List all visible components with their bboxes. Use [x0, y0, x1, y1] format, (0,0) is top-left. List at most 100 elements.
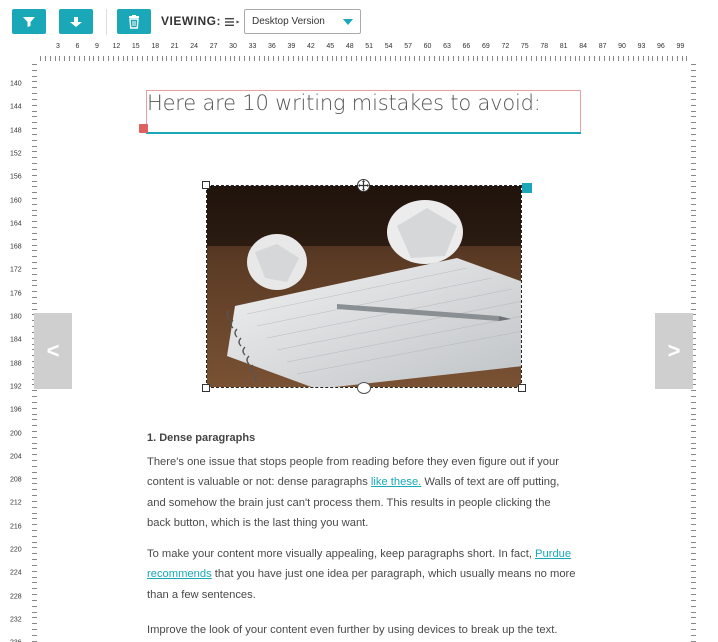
ruler-tick — [691, 203, 696, 205]
ruler-tick — [691, 238, 696, 240]
filter-button[interactable] — [12, 9, 46, 34]
ruler-tick — [457, 56, 459, 61]
ruler-tick — [691, 232, 696, 234]
ruler-tick — [691, 401, 696, 403]
ruler-tick — [32, 634, 37, 636]
ruler-tick — [691, 518, 696, 520]
toolbar: VIEWING: Desktop Version — [0, 0, 718, 42]
ruler-tick — [273, 56, 275, 61]
ruler-tick — [32, 564, 37, 566]
heading-edit-handle[interactable] — [139, 124, 148, 133]
ruler-label: 78 — [540, 43, 549, 50]
ruler-tick — [686, 56, 688, 61]
ruler-label: 6 — [75, 43, 80, 50]
ruler-tick — [195, 56, 197, 61]
ruler-label: 220 — [10, 546, 22, 554]
ruler-tick — [691, 104, 696, 106]
ruler-tick — [691, 163, 696, 165]
ruler-tick — [516, 56, 518, 61]
ruler-tick — [560, 56, 562, 61]
ruler-tick — [278, 56, 280, 61]
ruler-tick — [691, 483, 696, 485]
ruler-tick — [423, 56, 425, 61]
like-these-link[interactable]: like these. — [371, 476, 421, 488]
ruler-label: 54 — [384, 43, 393, 50]
ruler-tick — [691, 629, 696, 631]
ruler-tick — [32, 419, 37, 421]
ruler-tick — [691, 634, 696, 636]
prev-arrow-button[interactable]: < — [34, 313, 72, 389]
ruler-tick — [652, 56, 654, 61]
ruler-tick — [691, 570, 696, 572]
resize-handle-top-left[interactable] — [202, 181, 210, 189]
ruler-tick — [691, 448, 696, 450]
ruler-tick — [511, 56, 513, 61]
ruler-tick — [32, 291, 37, 293]
resize-handle-bottom-right[interactable] — [518, 384, 526, 392]
ruler-tick — [224, 56, 226, 61]
ruler-tick — [598, 56, 600, 61]
ruler-tick — [691, 465, 696, 467]
ruler-tick — [32, 401, 37, 403]
ruler-tick — [40, 56, 41, 61]
ruler-tick — [691, 524, 696, 526]
ruler-label: 188 — [10, 360, 22, 368]
ruler-tick — [691, 559, 696, 561]
next-arrow-button[interactable]: > — [655, 313, 693, 389]
ruler-tick — [32, 116, 37, 118]
ruler-label: 72 — [501, 43, 510, 50]
delete-button[interactable] — [117, 9, 151, 34]
ruler-tick — [331, 56, 333, 61]
ruler-tick — [283, 56, 284, 61]
ruler-tick — [657, 56, 659, 61]
ruler-tick — [229, 56, 231, 61]
ruler-tick — [32, 535, 37, 537]
ruler-tick — [32, 594, 37, 596]
ruler-tick — [691, 541, 696, 543]
list-view-icon[interactable] — [222, 10, 244, 34]
ruler-tick — [161, 56, 163, 61]
ruler-label: 84 — [579, 43, 588, 50]
ruler-tick — [691, 227, 696, 229]
ruler-tick — [32, 128, 37, 130]
ruler-tick — [98, 56, 100, 61]
ruler-tick — [691, 436, 696, 438]
ruler-tick — [32, 396, 37, 398]
ruler-tick — [360, 56, 362, 61]
article-image[interactable] — [206, 185, 522, 388]
ruler-tick — [287, 56, 289, 61]
ruler-tick — [297, 56, 299, 61]
ruler-tick — [32, 93, 37, 95]
ruler-tick — [691, 116, 696, 118]
ruler-tick — [32, 69, 37, 71]
heading-block[interactable]: Here are 10 writing mistakes to avoid: — [146, 90, 581, 134]
ruler-tick — [205, 56, 207, 61]
ruler-tick — [691, 81, 696, 83]
resize-handle-top-right[interactable] — [522, 183, 532, 193]
ruler-tick — [32, 163, 37, 165]
ruler-tick — [69, 56, 71, 61]
move-icon[interactable] — [357, 179, 370, 192]
ruler-tick — [618, 56, 620, 61]
ruler-tick — [117, 56, 119, 61]
ruler-tick — [691, 599, 696, 601]
ruler-tick — [691, 122, 696, 124]
ruler-label: 90 — [618, 43, 626, 50]
ruler-tick — [108, 56, 110, 61]
ruler-tick — [691, 594, 696, 596]
ruler-label: 148 — [10, 127, 22, 135]
ruler-tick — [32, 390, 37, 392]
ruler-tick — [166, 56, 168, 61]
ruler-tick — [32, 174, 37, 176]
ruler-tick — [691, 302, 696, 304]
ruler-tick — [132, 56, 134, 61]
ruler-tick — [32, 232, 37, 234]
view-version-select[interactable]: Desktop Version — [244, 9, 361, 34]
resize-handle-bottom[interactable] — [357, 382, 371, 394]
sort-down-button[interactable] — [59, 9, 93, 34]
ruler-label: 96 — [657, 43, 665, 50]
ruler-tick — [496, 56, 498, 61]
ruler-tick — [32, 547, 37, 549]
ruler-tick — [32, 203, 37, 205]
resize-handle-bottom-left[interactable] — [202, 384, 210, 392]
